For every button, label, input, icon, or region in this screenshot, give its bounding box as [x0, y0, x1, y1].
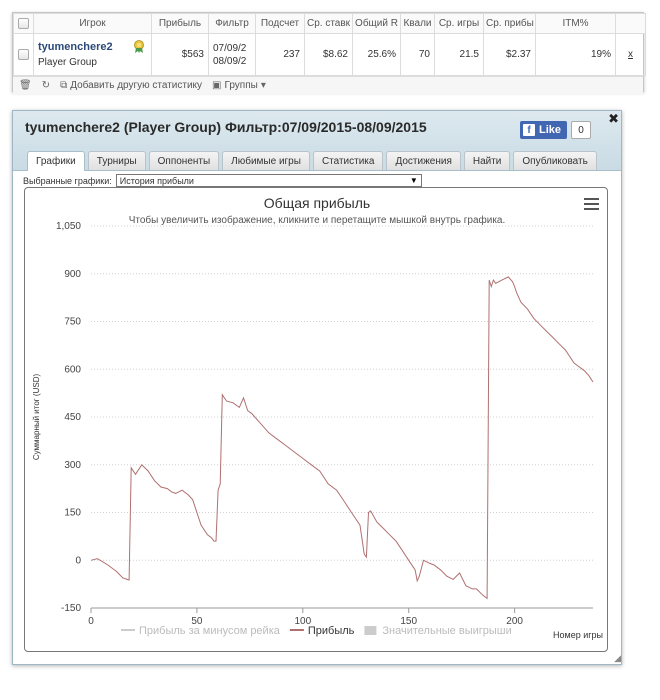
tab-opponents[interactable]: Оппоненты — [148, 151, 220, 170]
y-tick-label: 0 — [75, 555, 81, 566]
count-cell: 237 — [255, 33, 305, 76]
fb-like-label: Like — [538, 124, 561, 136]
y-tick-label: 450 — [64, 412, 81, 423]
chart-container[interactable]: Общая прибыль Чтобы увеличить изображени… — [24, 187, 608, 652]
col-header-player[interactable]: Игрок — [33, 13, 152, 34]
col-header-count[interactable]: Подсчет — [255, 13, 305, 34]
chevron-down-icon: ▾ — [260, 80, 266, 91]
copy-icon: ⧉ — [60, 80, 68, 91]
series-layer — [90, 276, 594, 600]
tab-tournaments[interactable]: Турниры — [87, 151, 146, 170]
x-tick-label: 0 — [88, 616, 94, 627]
fb-like-count: 0 — [571, 121, 591, 139]
legend-item-label: Значительные выигрыши — [382, 625, 511, 637]
panel-title: tyumenchere2 (Player Group) Фильтр:07/09… — [25, 119, 427, 135]
col-header-avg-stake[interactable]: Ср. ставк — [304, 13, 353, 34]
award-icon — [134, 40, 144, 53]
groups-label: Группы — [224, 80, 258, 91]
col-header-quali[interactable]: Квали — [400, 13, 435, 34]
col-header-itm[interactable]: ITM% — [535, 13, 616, 34]
y-tick-label: 900 — [64, 269, 81, 280]
y-tick-label: -150 — [61, 603, 81, 614]
profit-chart[interactable]: Общая прибыль Чтобы увеличить изображени… — [25, 188, 609, 653]
close-icon[interactable]: ✖ — [608, 111, 619, 127]
main-panel: tyumenchere2 (Player Group) Фильтр:07/09… — [12, 110, 622, 665]
tab-charts[interactable]: Графики — [27, 151, 85, 171]
avg-games-cell: 21.5 — [434, 33, 484, 76]
fb-like-widget: f Like 0 — [519, 121, 591, 139]
chart-select-value: История прибыли — [119, 175, 194, 186]
filter-start: 07/09/2 — [213, 42, 247, 54]
table-header-row: Игрок Прибыль Фильтр Подсчет Ср. ставк О… — [13, 13, 646, 34]
y-axis-ticks: 1,050 900 750 600 450 300 150 0 -150 — [56, 221, 81, 614]
panel-header: tyumenchere2 (Player Group) Фильтр:07/09… — [13, 111, 621, 171]
quali-cell: 70 — [400, 33, 435, 76]
avg-profit-cell: $2.37 — [483, 33, 536, 76]
y-tick-label: 300 — [64, 460, 81, 471]
legend-item-label: Прибыль за минусом рейка — [139, 625, 281, 637]
y-tick-label: 600 — [64, 364, 81, 375]
row-checkbox[interactable] — [13, 33, 34, 76]
player-name-link[interactable]: tyumenchere2 — [38, 41, 147, 53]
chart-selector: Выбранные графики: История прибыли ▼ — [23, 174, 422, 187]
col-header-filter[interactable]: Фильтр — [208, 13, 256, 34]
stats-panel: Игрок Прибыль Фильтр Подсчет Ср. ставк О… — [12, 12, 646, 94]
facebook-icon: f — [522, 124, 535, 136]
refresh-icon: ↻ — [41, 80, 51, 91]
y-tick-label: 750 — [64, 317, 81, 328]
trash-button[interactable]: 🗑 — [19, 80, 32, 91]
chart-subtitle: Чтобы увеличить изображение, кликните и … — [129, 214, 506, 226]
avg-stake-cell: $8.62 — [304, 33, 353, 76]
filter-cell: 07/09/2 08/09/2 — [208, 33, 256, 76]
player-cell: tyumenchere2 Player Group — [33, 33, 152, 76]
tab-statistics[interactable]: Статистика — [312, 151, 384, 170]
fb-like-button[interactable]: f Like — [519, 121, 567, 139]
col-header-total-roi[interactable]: Общий R — [352, 13, 401, 34]
stats-toolbar: 🗑 ↻ ⧉ Добавить другую статистику ▣ Групп… — [13, 76, 643, 94]
y-tick-label: 150 — [64, 508, 81, 519]
table-row: tyumenchere2 Player Group $563 07/09/2 0… — [13, 33, 646, 76]
refresh-button[interactable]: ↻ — [42, 80, 50, 91]
groups-dropdown[interactable]: ▣ Группы ▾ — [212, 80, 266, 91]
tab-bar: Графики Турниры Оппоненты Любимые игры С… — [27, 151, 597, 171]
remove-row-link[interactable]: x — [615, 33, 646, 76]
tab-achievements[interactable]: Достижения — [386, 151, 461, 170]
legend-item-label: Прибыль — [308, 625, 355, 637]
y-axis-label: Суммарный итог (USD) — [32, 374, 41, 461]
tab-favorite-games[interactable]: Любимые игры — [222, 151, 310, 170]
col-header-avg-games[interactable]: Ср. игры — [434, 13, 484, 34]
chart-menu-icon[interactable] — [584, 198, 599, 210]
stats-table: Игрок Прибыль Фильтр Подсчет Ср. ставк О… — [13, 13, 646, 76]
tab-publish[interactable]: Опубликовать — [513, 151, 597, 170]
col-header-profit[interactable]: Прибыль — [151, 13, 209, 34]
grid-layer — [91, 225, 593, 609]
chart-title: Общая прибыль — [264, 195, 370, 211]
dropdown-arrow-icon: ▼ — [409, 176, 418, 185]
profit-cell: $563 — [151, 33, 209, 76]
filter-end: 08/09/2 — [213, 55, 247, 67]
col-header-avg-profit[interactable]: Ср. прибы — [483, 13, 536, 34]
legend-symbol — [364, 626, 377, 635]
add-stats-label: Добавить другую статистику — [70, 80, 203, 91]
tab-find[interactable]: Найти — [463, 151, 511, 170]
x-axis-label: Номер игры — [553, 630, 603, 640]
total-roi-cell: 25.6% — [352, 33, 401, 76]
series-line-profit — [90, 276, 594, 600]
chart-selector-label: Выбранные графики: — [23, 175, 112, 186]
chart-select-dropdown[interactable]: История прибыли ▼ — [115, 174, 422, 187]
resize-handle-icon[interactable]: ◢ — [614, 653, 621, 664]
trash-icon: 🗑 — [19, 80, 32, 91]
chart-legend: Прибыль за минусом рейка Прибыль Значитель… — [121, 625, 512, 637]
y-tick-label: 1,050 — [56, 221, 81, 232]
select-all-checkbox[interactable] — [13, 13, 34, 34]
itm-cell: 19% — [535, 33, 616, 76]
add-stats-button[interactable]: ⧉ Добавить другую статистику — [60, 80, 202, 91]
save-icon: ▣ — [212, 80, 222, 91]
col-header-remove — [615, 13, 646, 34]
player-group-label: Player Group — [38, 57, 97, 68]
